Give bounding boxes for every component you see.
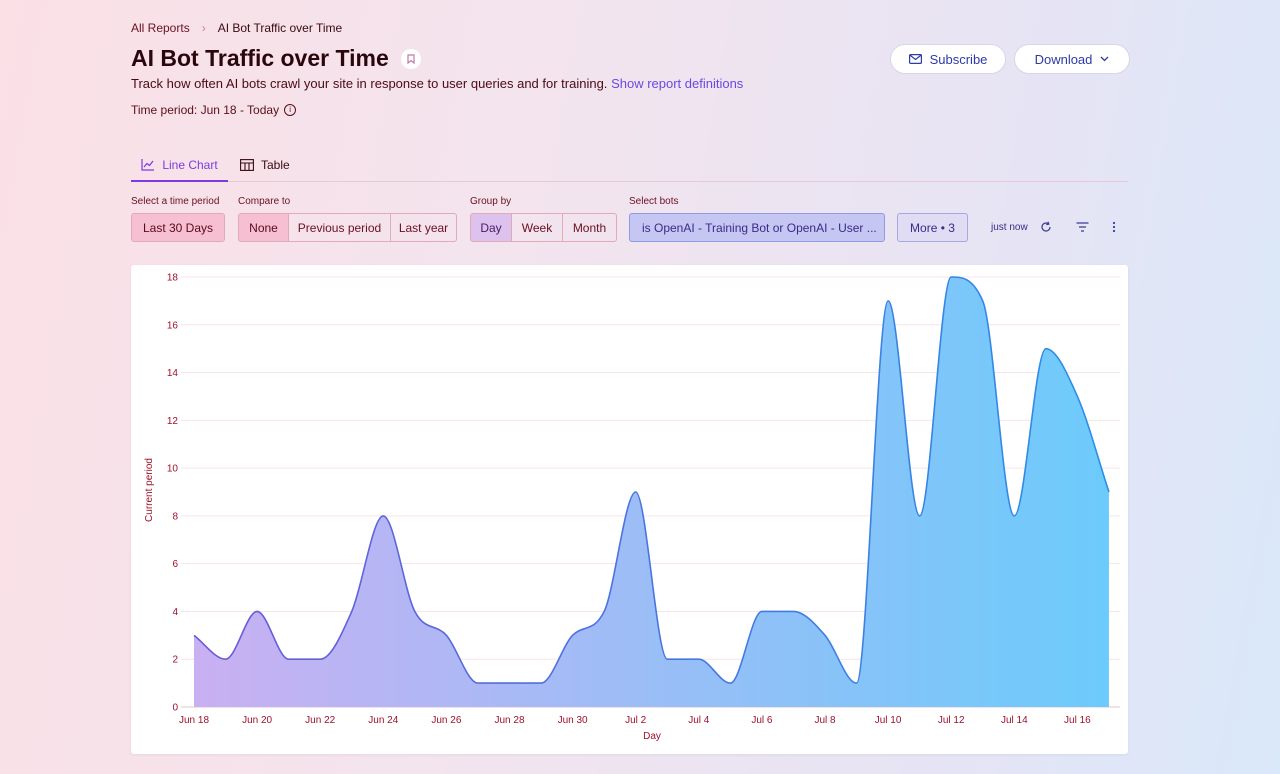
y-axis-title: Current period [144,458,155,522]
y-tick-label: 6 [172,559,178,570]
more-filters-button[interactable]: More • 3 [897,213,968,242]
y-tick-label: 10 [167,464,179,475]
x-tick-label: Jul 10 [875,715,902,726]
x-tick-label: Jun 18 [179,715,209,726]
tab-table-label: Table [261,158,290,172]
subtitle-text: Track how often AI bots crawl your site … [131,76,608,91]
line-chart-icon [141,159,155,171]
compare-none-option[interactable]: None [239,214,289,241]
table-icon [240,159,254,171]
y-tick-label: 18 [167,273,179,284]
download-label: Download [1034,51,1093,67]
chart-card: Jun 18 Jun 20 Jun 22 Jun 24 Jun 26 Jun 28 Jun … [131,265,1128,754]
x-tick-label: Jul 8 [814,715,836,726]
y-tick-label: 12 [167,416,179,427]
time-period-text: Time period: Jun 18 - Today [131,103,280,117]
view-tabs: Line Chart Table [131,150,1128,182]
info-icon[interactable]: i [284,104,297,116]
x-tick-label: Jul 6 [751,715,773,726]
filter-icon[interactable] [1074,219,1090,235]
x-tick-label: Jul 12 [938,715,965,726]
x-tick-label: Jul 2 [625,715,647,726]
time-period-value[interactable]: Last 30 Days [132,214,224,241]
x-tick-label: Jun 30 [558,715,588,726]
time-period-select[interactable]: Last 30 Days [131,213,225,242]
x-tick-label: Jul 16 [1064,715,1091,726]
group-by-segmented: Day Week Month [470,213,617,242]
tab-line-chart-label: Line Chart [162,158,218,172]
download-button[interactable]: Download [1014,44,1130,74]
y-tick-label: 4 [172,607,178,618]
x-tick-label: Jun 22 [305,715,335,726]
chevron-down-icon [1100,56,1109,62]
x-tick-label: Jun 20 [242,715,272,726]
compare-to-label: Compare to [238,196,291,207]
refresh-icon[interactable] [1038,219,1054,235]
compare-to-segmented: None Previous period Last year [238,213,457,242]
page-title: AI Bot Traffic over Time [131,45,389,71]
subscribe-label: Subscribe [929,51,988,67]
y-tick-label: 2 [172,655,178,666]
group-day-option[interactable]: Day [471,214,512,241]
mail-icon [908,54,922,64]
breadcrumb-all-reports[interactable]: All Reports [131,21,190,35]
select-bots-label: Select bots [629,196,679,207]
chevron-right-icon: › [201,21,206,35]
show-report-definitions-link[interactable]: Show report definitions [611,76,743,91]
group-week-option[interactable]: Week [512,214,563,241]
x-tick-label: Jul 14 [1001,715,1028,726]
breadcrumb-current: AI Bot Traffic over Time [217,21,343,35]
series-area [194,277,1109,707]
y-tick-label: 0 [172,703,178,714]
x-tick-label: Jun 28 [494,715,524,726]
time-period-label: Select a time period [131,196,220,207]
tab-line-chart[interactable]: Line Chart [131,150,228,182]
group-by-label: Group by [470,196,512,207]
area-chart: Jun 18 Jun 20 Jun 22 Jun 24 Jun 26 Jun 28 Jun … [144,273,1120,742]
more-options-icon[interactable] [1106,219,1122,235]
time-period: Time period: Jun 18 - Today i [131,103,297,117]
x-tick-label: Jun 26 [431,715,461,726]
group-month-option[interactable]: Month [563,214,616,241]
subscribe-button[interactable]: Subscribe [890,44,1006,74]
y-tick-label: 14 [167,368,179,379]
y-tick-label: 16 [167,320,179,331]
breadcrumb: All Reports › AI Bot Traffic over Time [131,21,342,35]
compare-previous-period-option[interactable]: Previous period [289,214,391,241]
last-updated-text: just now [991,222,1028,233]
tab-table[interactable]: Table [240,150,290,180]
bookmark-icon[interactable] [400,48,421,69]
x-tick-label: Jul 4 [688,715,710,726]
x-tick-label: Jun 24 [368,715,398,726]
compare-last-year-option[interactable]: Last year [391,214,456,241]
page-subtitle: Track how often AI bots crawl your site … [131,76,743,91]
y-tick-label: 8 [172,511,178,522]
select-bots-field[interactable]: is OpenAI - Training Bot or OpenAI - Use… [629,213,885,242]
title-row: AI Bot Traffic over Time [131,45,421,72]
x-axis-title: Day [643,731,661,742]
